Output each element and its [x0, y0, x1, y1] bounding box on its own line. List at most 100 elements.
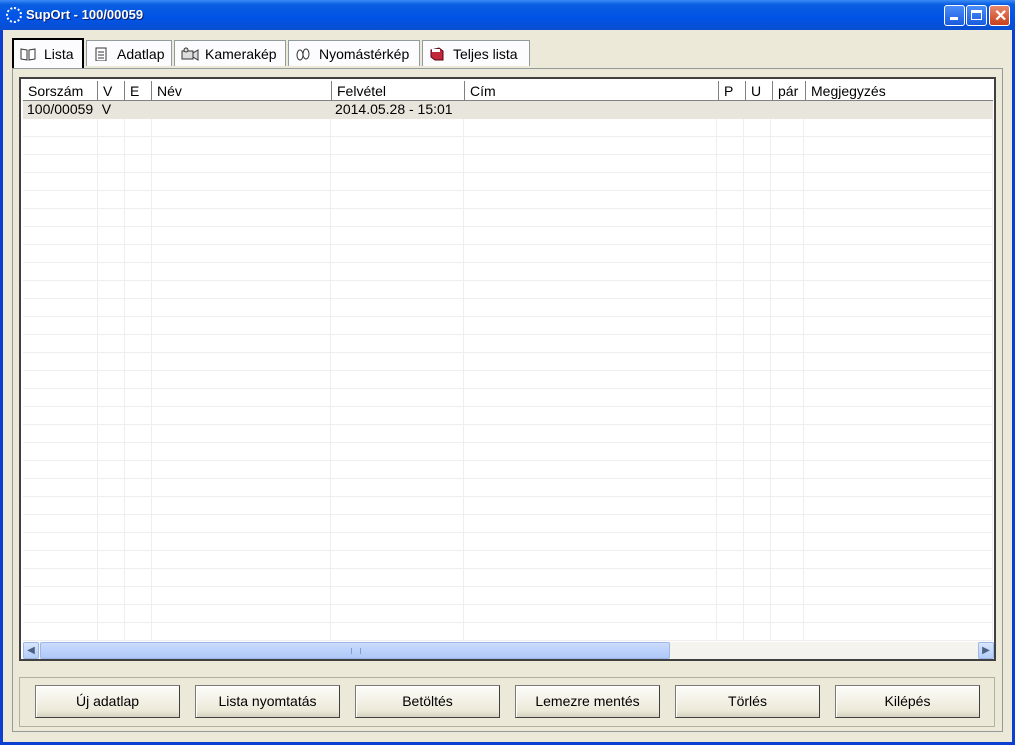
column-header[interactable]: Sorszám	[23, 81, 98, 101]
empty-row[interactable]	[23, 173, 993, 191]
table-cell	[803, 443, 993, 461]
load-button[interactable]: Betöltés	[355, 685, 500, 718]
empty-row[interactable]	[23, 569, 993, 587]
empty-row[interactable]	[23, 371, 993, 389]
table-cell	[716, 317, 744, 335]
new-record-button[interactable]: Új adatlap	[35, 685, 180, 718]
title-bar[interactable]: SupOrt - 100/00059 ✕	[0, 0, 1015, 30]
empty-row[interactable]	[23, 119, 993, 137]
column-header[interactable]: Felvétel	[332, 81, 465, 101]
empty-row[interactable]	[23, 335, 993, 353]
table-cell	[331, 227, 464, 245]
table-cell	[743, 551, 771, 569]
empty-row[interactable]	[23, 227, 993, 245]
column-header[interactable]: V	[98, 81, 125, 101]
empty-row[interactable]	[23, 317, 993, 335]
empty-row[interactable]	[23, 587, 993, 605]
empty-row[interactable]	[23, 623, 993, 641]
column-header[interactable]: Cím	[465, 81, 719, 101]
table-cell	[803, 461, 993, 479]
maximize-button[interactable]	[966, 5, 987, 26]
tab-adatlap[interactable]: Adatlap	[86, 40, 172, 66]
table-cell	[803, 551, 993, 569]
table-cell	[23, 407, 98, 425]
empty-row[interactable]	[23, 425, 993, 443]
table-cell	[743, 317, 771, 335]
empty-row[interactable]	[23, 515, 993, 533]
scroll-right-button[interactable]: ▶	[978, 642, 994, 659]
table-cell	[716, 137, 744, 155]
empty-row[interactable]	[23, 281, 993, 299]
print-list-button[interactable]: Lista nyomtatás	[195, 685, 340, 718]
table-cell	[803, 227, 993, 245]
horizontal-scrollbar[interactable]: ◀ ▶	[23, 642, 994, 659]
scroll-thumb[interactable]	[40, 642, 670, 659]
tab-teljes-lista[interactable]: Teljes lista	[422, 40, 530, 66]
data-grid[interactable]: Sorszám V E Név Felvétel Cím P Upár Megjegyzés 1…	[19, 77, 996, 661]
table-cell	[743, 425, 771, 443]
table-cell	[716, 191, 744, 209]
table-cell	[331, 209, 464, 227]
empty-row[interactable]	[23, 263, 993, 281]
table-cell	[803, 155, 993, 173]
grid-viewport[interactable]: Sorszám V E Név Felvétel Cím P Upár Megjegyzés 1…	[23, 81, 993, 641]
table-cell	[803, 263, 993, 281]
save-to-disk-button[interactable]: Lemezre mentés	[515, 685, 660, 718]
column-header[interactable]: pár	[773, 81, 806, 101]
table-cell	[770, 569, 804, 587]
table-cell	[124, 191, 152, 209]
column-header[interactable]: U	[746, 81, 773, 101]
empty-row[interactable]	[23, 209, 993, 227]
table-cell	[716, 155, 744, 173]
table-cell	[770, 551, 804, 569]
empty-row[interactable]	[23, 155, 993, 173]
table-cell	[23, 119, 98, 137]
column-header[interactable]: E	[125, 81, 152, 101]
empty-row[interactable]	[23, 497, 993, 515]
table-cell	[463, 101, 717, 119]
table-cell	[151, 371, 332, 389]
table-cell	[124, 209, 152, 227]
empty-row[interactable]	[23, 479, 993, 497]
delete-button[interactable]: Törlés	[675, 685, 820, 718]
empty-row[interactable]	[23, 353, 993, 371]
table-cell: V	[97, 101, 125, 119]
tab-lista[interactable]: Lista	[12, 38, 84, 68]
table-cell	[803, 245, 993, 263]
table-row[interactable]: 100/00059 V 2014.05.28 - 15:01	[23, 101, 993, 119]
table-cell	[743, 479, 771, 497]
tab-label: Kamerakép	[205, 45, 277, 62]
table-cell	[770, 587, 804, 605]
table-cell	[124, 353, 152, 371]
table-cell	[97, 569, 125, 587]
camera-icon	[181, 47, 199, 61]
column-header[interactable]: Megjegyzés	[806, 81, 993, 101]
close-button[interactable]: ✕	[989, 5, 1010, 26]
empty-row[interactable]	[23, 137, 993, 155]
minimize-button[interactable]	[944, 5, 965, 26]
empty-row[interactable]	[23, 461, 993, 479]
empty-row[interactable]	[23, 533, 993, 551]
tab-nyomasterkep[interactable]: Nyomástérkép	[288, 40, 420, 66]
table-cell	[743, 515, 771, 533]
empty-row[interactable]	[23, 245, 993, 263]
tab-kamerakep[interactable]: Kamerakép	[174, 40, 286, 66]
empty-row[interactable]	[23, 605, 993, 623]
scroll-left-button[interactable]: ◀	[23, 642, 39, 659]
table-cell	[463, 371, 717, 389]
empty-row[interactable]	[23, 299, 993, 317]
table-cell	[463, 407, 717, 425]
empty-row[interactable]	[23, 443, 993, 461]
exit-button[interactable]: Kilépés	[835, 685, 980, 718]
table-cell	[23, 389, 98, 407]
table-cell	[716, 173, 744, 191]
column-header[interactable]: P	[719, 81, 746, 101]
table-cell	[97, 155, 125, 173]
table-cell	[743, 587, 771, 605]
column-header[interactable]: Név	[152, 81, 332, 101]
empty-row[interactable]	[23, 389, 993, 407]
table-cell	[97, 209, 125, 227]
empty-row[interactable]	[23, 551, 993, 569]
empty-row[interactable]	[23, 191, 993, 209]
empty-row[interactable]	[23, 407, 993, 425]
